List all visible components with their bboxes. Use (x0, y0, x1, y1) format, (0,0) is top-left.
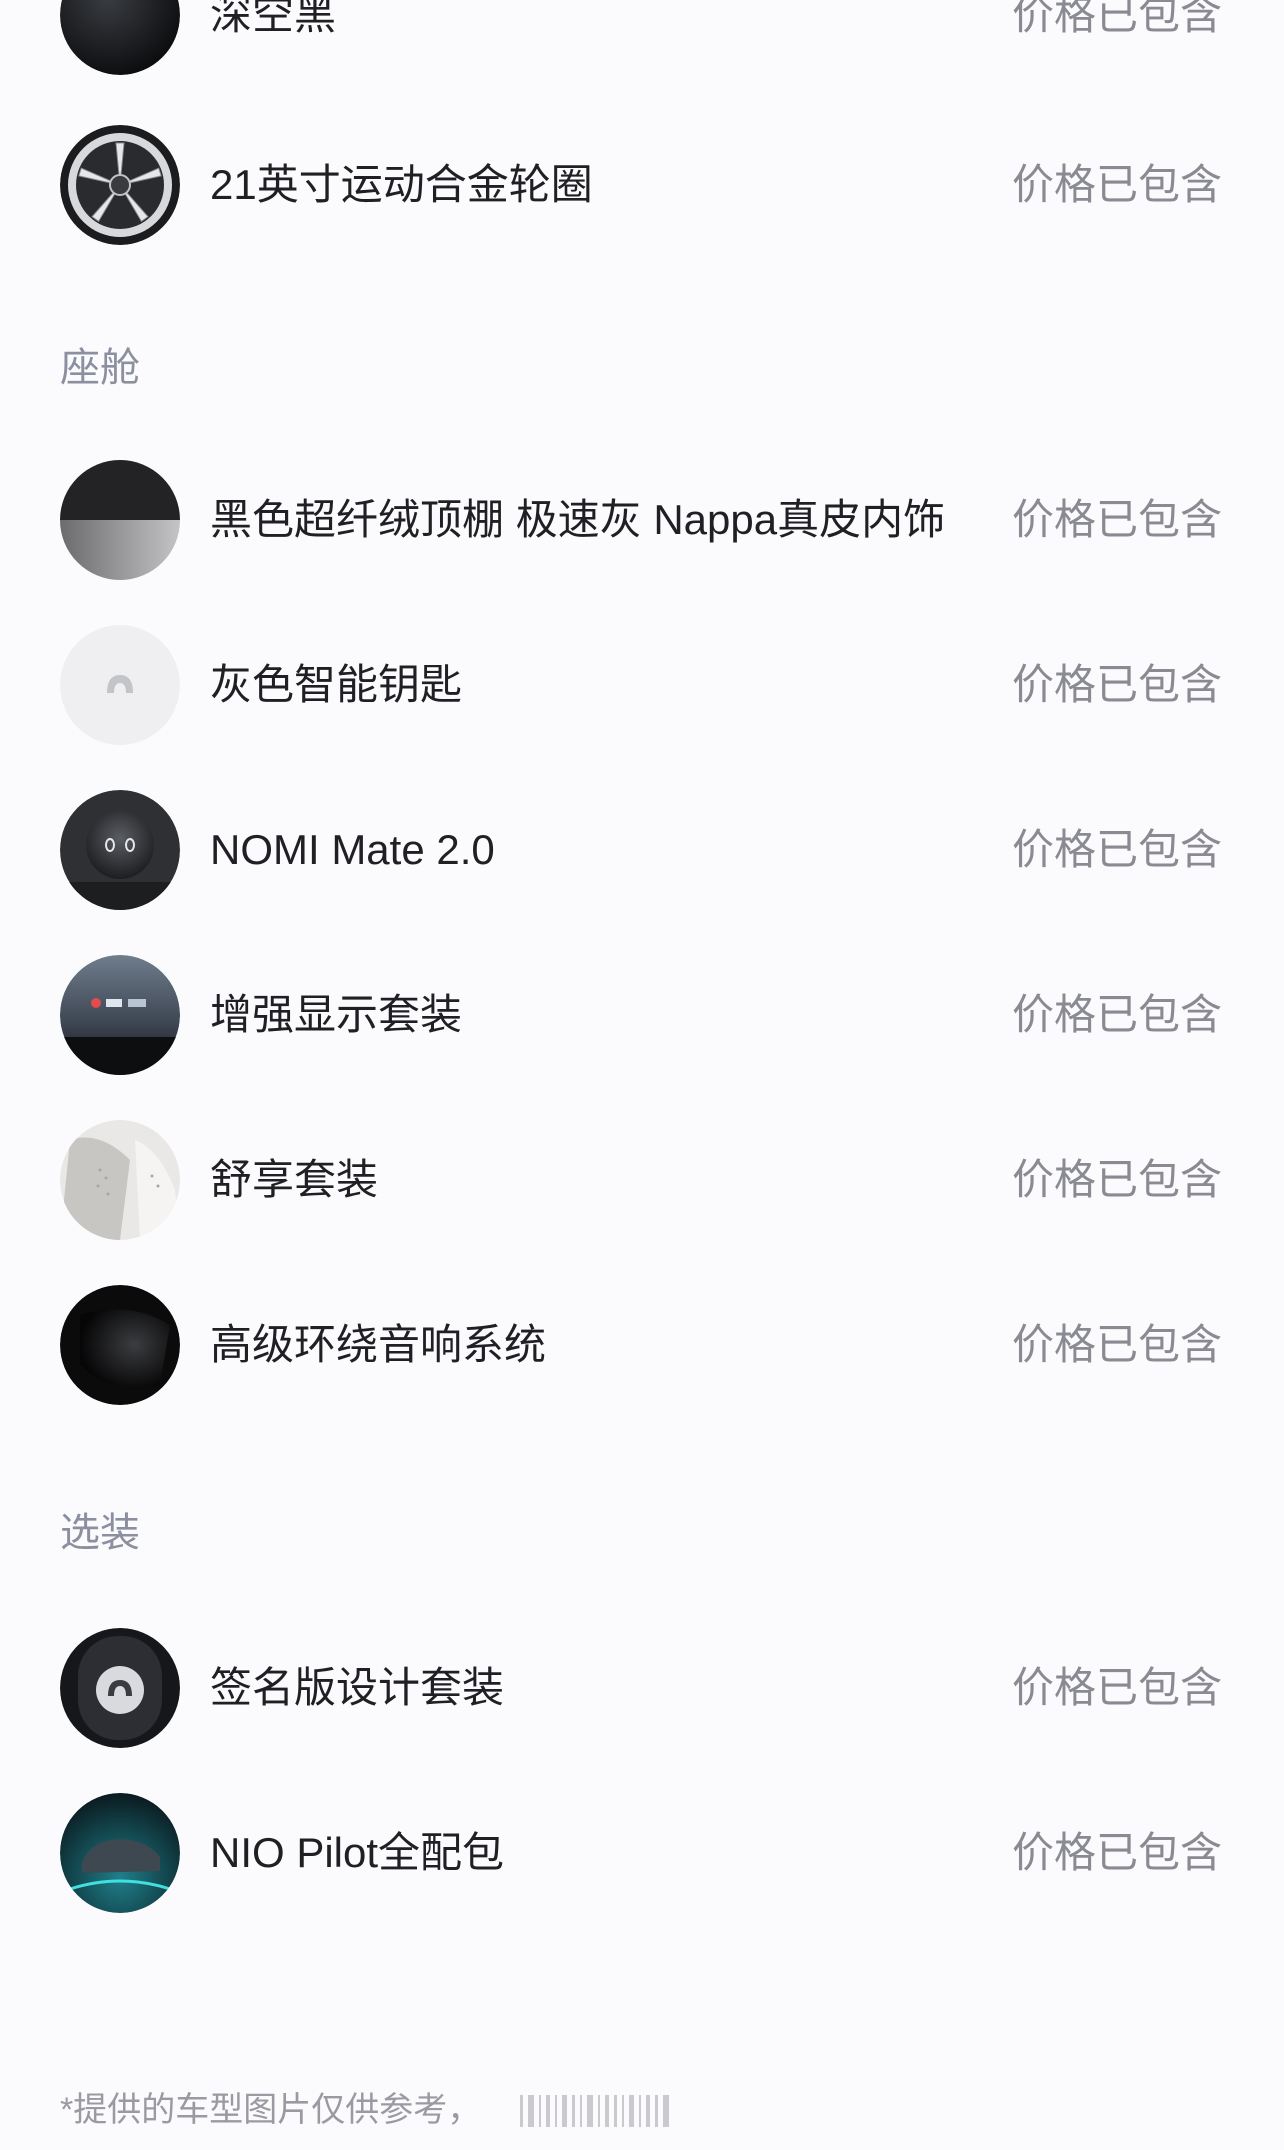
alloy-wheel-icon (60, 125, 180, 245)
price-status: 价格已包含 (1011, 0, 1222, 38)
price-status: 价格已包含 (1011, 991, 1222, 1038)
price-status: 价格已包含 (1011, 1321, 1222, 1368)
option-row-smart-key[interactable]: 灰色智能钥匙 价格已包含 (0, 625, 1284, 745)
option-row-exterior-color[interactable]: 深空黑 价格已包含 (0, 0, 1284, 75)
option-row-audio[interactable]: 高级环绕音响系统 价格已包含 (0, 1285, 1284, 1405)
price-status: 价格已包含 (1011, 1156, 1222, 1203)
option-label: 深空黑 (210, 0, 337, 38)
price-status: 价格已包含 (1011, 496, 1222, 543)
nomi-mate-icon (60, 790, 180, 910)
watermark-pattern (520, 2093, 740, 2129)
option-row-comfort[interactable]: 舒享套装 价格已包含 (0, 1120, 1284, 1240)
option-label: 黑色超纤绒顶棚 极速灰 Nappa真皮内饰 (210, 496, 946, 543)
interior-swatch-icon (60, 460, 180, 580)
deep-space-black-swatch-icon (60, 0, 180, 75)
price-status: 价格已包含 (1011, 661, 1222, 708)
disclaimer-text: *提供的车型图片仅供参考， (60, 2091, 482, 2129)
option-label: 21英寸运动合金轮圈 (210, 161, 593, 208)
option-label: 高级环绕音响系统 (210, 1321, 547, 1368)
option-label: 增强显示套装 (210, 991, 463, 1038)
price-status: 价格已包含 (1011, 1829, 1222, 1876)
speaker-icon (60, 1285, 180, 1405)
price-status: 价格已包含 (1011, 826, 1222, 873)
option-row-nomi-mate[interactable]: NOMI Mate 2.0 价格已包含 (0, 790, 1284, 910)
option-label: 灰色智能钥匙 (210, 661, 463, 708)
option-row-wheels[interactable]: 21英寸运动合金轮圈 价格已包含 (0, 125, 1284, 245)
option-label: NIO Pilot全配包 (210, 1829, 505, 1876)
hud-display-icon (60, 955, 180, 1075)
signature-badge-icon (60, 1628, 180, 1748)
price-status: 价格已包含 (1011, 1664, 1222, 1711)
price-status: 价格已包含 (1011, 161, 1222, 208)
option-row-interior[interactable]: 黑色超纤绒顶棚 极速灰 Nappa真皮内饰 价格已包含 (0, 460, 1284, 580)
section-title-options: 选装 (60, 1511, 140, 1555)
option-row-signature[interactable]: 签名版设计套装 价格已包含 (0, 1628, 1284, 1748)
nio-pilot-car-icon (60, 1793, 180, 1913)
section-title-cabin: 座舱 (60, 346, 140, 390)
option-label: NOMI Mate 2.0 (210, 826, 495, 873)
comfort-seat-icon (60, 1120, 180, 1240)
option-label: 舒享套装 (210, 1156, 379, 1203)
option-label: 签名版设计套装 (210, 1664, 505, 1711)
option-row-hud[interactable]: 增强显示套装 价格已包含 (0, 955, 1284, 1075)
option-row-nio-pilot[interactable]: NIO Pilot全配包 价格已包含 (0, 1793, 1284, 1913)
smart-key-icon (60, 625, 180, 745)
